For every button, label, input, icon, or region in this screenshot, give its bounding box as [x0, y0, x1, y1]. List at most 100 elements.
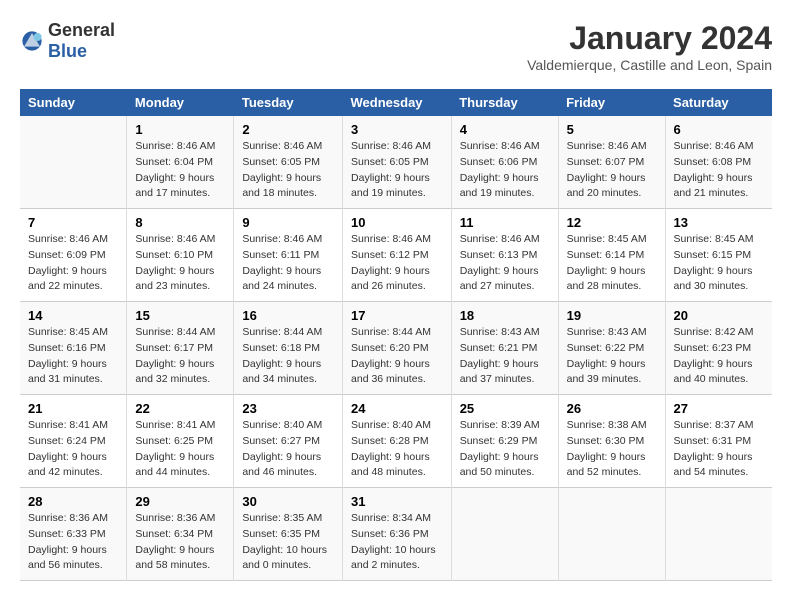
day-info: Sunrise: 8:39 AMSunset: 6:29 PMDaylight:… [460, 418, 550, 481]
day-number: 9 [242, 215, 334, 230]
day-info: Sunrise: 8:38 AMSunset: 6:30 PMDaylight:… [567, 418, 657, 481]
col-tuesday: Tuesday [234, 89, 343, 116]
calendar-cell [20, 116, 127, 209]
day-number: 25 [460, 401, 550, 416]
day-number: 30 [242, 494, 334, 509]
day-number: 6 [674, 122, 764, 137]
day-number: 31 [351, 494, 443, 509]
calendar-cell: 15 Sunrise: 8:44 AMSunset: 6:17 PMDayligh… [127, 302, 234, 395]
day-number: 10 [351, 215, 443, 230]
calendar-header-row: Sunday Monday Tuesday Wednesday Thursday… [20, 89, 772, 116]
calendar-cell: 18 Sunrise: 8:43 AMSunset: 6:21 PMDayligh… [451, 302, 558, 395]
col-monday: Monday [127, 89, 234, 116]
calendar-cell: 11Sunrise: 8:46 AMSunset: 6:13 PMDayligh… [451, 209, 558, 302]
calendar-cell: 12Sunrise: 8:45 AMSunset: 6:14 PMDayligh… [558, 209, 665, 302]
calendar-row: 14Sunrise: 8:45 AMSunset: 6:16 PMDayligh… [20, 302, 772, 395]
calendar-cell: 10 Sunrise: 8:46 AMSunset: 6:12 PMDayligh… [343, 209, 452, 302]
calendar-cell: 13Sunrise: 8:45 AMSunset: 6:15 PMDayligh… [665, 209, 772, 302]
header: General Blue January 2024 Valdemierque, … [20, 20, 772, 73]
calendar-cell: 3 Sunrise: 8:46 AMSunset: 6:05 PMDaylight… [343, 116, 452, 209]
title-section: January 2024 Valdemierque, Castille and … [527, 20, 772, 73]
day-info: Sunrise: 8:43 AMSunset: 6:21 PMDaylight:… [460, 325, 550, 388]
day-number: 20 [674, 308, 764, 323]
day-info: Sunrise: 8:43 AMSunset: 6:22 PMDaylight:… [567, 325, 657, 388]
calendar-row: 7 Sunrise: 8:46 AMSunset: 6:09 PMDaylight… [20, 209, 772, 302]
calendar-cell: 26 Sunrise: 8:38 AMSunset: 6:30 PMDayligh… [558, 395, 665, 488]
day-number: 4 [460, 122, 550, 137]
calendar-row: 1 Sunrise: 8:46 AMSunset: 6:04 PMDaylight… [20, 116, 772, 209]
day-number: 28 [28, 494, 118, 509]
calendar-cell: 16Sunrise: 8:44 AMSunset: 6:18 PMDayligh… [234, 302, 343, 395]
logo-text-general: General [48, 20, 115, 40]
day-number: 27 [674, 401, 764, 416]
day-number: 22 [135, 401, 225, 416]
day-info: Sunrise: 8:37 AMSunset: 6:31 PMDaylight:… [674, 418, 764, 481]
day-number: 16 [242, 308, 334, 323]
calendar-cell: 31 Sunrise: 8:34 AMSunset: 6:36 PMDayligh… [343, 488, 452, 581]
day-info: Sunrise: 8:46 AMSunset: 6:04 PMDaylight:… [135, 139, 225, 202]
calendar-cell: 5 Sunrise: 8:46 AMSunset: 6:07 PMDaylight… [558, 116, 665, 209]
calendar-cell: 23 Sunrise: 8:40 AMSunset: 6:27 PMDayligh… [234, 395, 343, 488]
calendar-cell [558, 488, 665, 581]
calendar-cell [665, 488, 772, 581]
day-info: Sunrise: 8:46 AMSunset: 6:12 PMDaylight:… [351, 232, 443, 295]
day-info: Sunrise: 8:46 AMSunset: 6:05 PMDaylight:… [242, 139, 334, 202]
calendar-cell: 25 Sunrise: 8:39 AMSunset: 6:29 PMDayligh… [451, 395, 558, 488]
calendar-cell: 4 Sunrise: 8:46 AMSunset: 6:06 PMDaylight… [451, 116, 558, 209]
calendar-cell: 19 Sunrise: 8:43 AMSunset: 6:22 PMDayligh… [558, 302, 665, 395]
col-thursday: Thursday [451, 89, 558, 116]
day-info: Sunrise: 8:35 AMSunset: 6:35 PMDaylight:… [242, 511, 334, 574]
col-wednesday: Wednesday [343, 89, 452, 116]
day-info: Sunrise: 8:40 AMSunset: 6:28 PMDaylight:… [351, 418, 443, 481]
calendar-row: 28 Sunrise: 8:36 AMSunset: 6:33 PMDayligh… [20, 488, 772, 581]
calendar-cell: 2 Sunrise: 8:46 AMSunset: 6:05 PMDaylight… [234, 116, 343, 209]
day-info: Sunrise: 8:46 AMSunset: 6:05 PMDaylight:… [351, 139, 443, 202]
day-number: 18 [460, 308, 550, 323]
day-info: Sunrise: 8:42 AMSunset: 6:23 PMDaylight:… [674, 325, 764, 388]
calendar-cell: 9 Sunrise: 8:46 AMSunset: 6:11 PMDaylight… [234, 209, 343, 302]
day-info: Sunrise: 8:46 AMSunset: 6:06 PMDaylight:… [460, 139, 550, 202]
day-number: 29 [135, 494, 225, 509]
day-info: Sunrise: 8:46 AMSunset: 6:09 PMDaylight:… [28, 232, 118, 295]
logo-icon [20, 29, 44, 53]
calendar-cell: 24Sunrise: 8:40 AMSunset: 6:28 PMDayligh… [343, 395, 452, 488]
calendar-table: Sunday Monday Tuesday Wednesday Thursday… [20, 89, 772, 581]
day-info: Sunrise: 8:46 AMSunset: 6:08 PMDaylight:… [674, 139, 764, 202]
calendar-cell: 14Sunrise: 8:45 AMSunset: 6:16 PMDayligh… [20, 302, 127, 395]
day-info: Sunrise: 8:41 AMSunset: 6:25 PMDaylight:… [135, 418, 225, 481]
day-number: 7 [28, 215, 118, 230]
col-saturday: Saturday [665, 89, 772, 116]
calendar-cell: 27 Sunrise: 8:37 AMSunset: 6:31 PMDayligh… [665, 395, 772, 488]
day-info: Sunrise: 8:46 AMSunset: 6:11 PMDaylight:… [242, 232, 334, 295]
logo-text-blue: Blue [48, 41, 87, 61]
calendar-cell: 1 Sunrise: 8:46 AMSunset: 6:04 PMDaylight… [127, 116, 234, 209]
calendar-cell: 28 Sunrise: 8:36 AMSunset: 6:33 PMDayligh… [20, 488, 127, 581]
day-info: Sunrise: 8:40 AMSunset: 6:27 PMDaylight:… [242, 418, 334, 481]
subtitle: Valdemierque, Castille and Leon, Spain [527, 57, 772, 73]
day-info: Sunrise: 8:36 AMSunset: 6:34 PMDaylight:… [135, 511, 225, 574]
calendar-cell [451, 488, 558, 581]
day-info: Sunrise: 8:34 AMSunset: 6:36 PMDaylight:… [351, 511, 443, 574]
day-number: 2 [242, 122, 334, 137]
day-number: 26 [567, 401, 657, 416]
day-info: Sunrise: 8:46 AMSunset: 6:10 PMDaylight:… [135, 232, 225, 295]
day-number: 3 [351, 122, 443, 137]
day-number: 23 [242, 401, 334, 416]
calendar-cell: 21Sunrise: 8:41 AMSunset: 6:24 PMDayligh… [20, 395, 127, 488]
day-info: Sunrise: 8:36 AMSunset: 6:33 PMDaylight:… [28, 511, 118, 574]
day-number: 5 [567, 122, 657, 137]
main-title: January 2024 [527, 20, 772, 57]
calendar-row: 21Sunrise: 8:41 AMSunset: 6:24 PMDayligh… [20, 395, 772, 488]
calendar-cell: 7 Sunrise: 8:46 AMSunset: 6:09 PMDaylight… [20, 209, 127, 302]
day-number: 14 [28, 308, 118, 323]
day-info: Sunrise: 8:44 AMSunset: 6:17 PMDaylight:… [135, 325, 225, 388]
day-info: Sunrise: 8:46 AMSunset: 6:13 PMDaylight:… [460, 232, 550, 295]
calendar-cell: 20 Sunrise: 8:42 AMSunset: 6:23 PMDayligh… [665, 302, 772, 395]
day-number: 19 [567, 308, 657, 323]
calendar-cell: 30 Sunrise: 8:35 AMSunset: 6:35 PMDayligh… [234, 488, 343, 581]
calendar-cell: 8Sunrise: 8:46 AMSunset: 6:10 PMDaylight… [127, 209, 234, 302]
day-number: 15 [135, 308, 225, 323]
day-number: 12 [567, 215, 657, 230]
day-number: 1 [135, 122, 225, 137]
day-info: Sunrise: 8:46 AMSunset: 6:07 PMDaylight:… [567, 139, 657, 202]
